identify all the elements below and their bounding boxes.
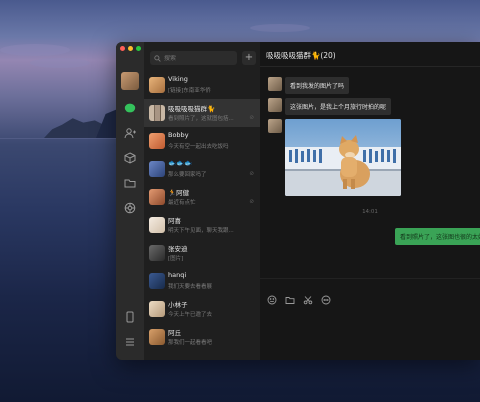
chat-item[interactable]: Bobby 今天有空一起出去吃饭吗: [144, 127, 260, 155]
moments-icon[interactable]: [121, 199, 139, 217]
chat-preview: 看到照片了，这就图包括...: [168, 116, 234, 122]
mute-icon: ⊘: [249, 115, 254, 121]
chat-preview: [链接]东南亚华侨: [168, 88, 211, 94]
cloud: [0, 44, 70, 56]
divider: [260, 278, 480, 279]
scissors-icon[interactable]: [302, 294, 314, 306]
emoji-icon[interactable]: [266, 294, 278, 306]
window-controls: [120, 46, 141, 51]
chat-preview: [图片]: [168, 256, 184, 262]
chat-name: 吸吸吸吸猫群🐈: [168, 105, 216, 113]
search-bar: [150, 51, 237, 65]
chat-item[interactable]: Viking [链接]东南亚华侨: [144, 71, 260, 99]
chat-preview: 明天下午见面，聊天我跟...: [168, 228, 234, 234]
search-input[interactable]: [161, 54, 234, 62]
message-input[interactable]: [266, 310, 474, 350]
chat-item[interactable]: 小林子 今天上午已邀了去: [144, 295, 260, 323]
chat-preview: 今天有空一起出去吃饭吗: [168, 144, 229, 150]
chat-bubble-icon[interactable]: [320, 294, 332, 306]
chat-item[interactable]: 🏃阿健 最近有点忙 ⊘: [144, 183, 260, 211]
conversation-panel: 吸吸吸吸猫群🐈(20) 看到我发的图片了吗 这张图片，是我上个月旅行时拍的呢 1…: [260, 42, 480, 360]
my-message-bubble[interactable]: 看到照片了，这张图也很的太好: [395, 228, 480, 245]
chat-name: 阿喜: [168, 217, 181, 225]
chat-name: 🏃阿健: [168, 189, 190, 197]
chat-icon[interactable]: [121, 99, 139, 117]
composer-toolbar: [266, 294, 332, 306]
cloud: [30, 58, 90, 68]
minimize-button[interactable]: [128, 46, 133, 51]
chat-list-panel: + Viking [链接]东南亚华侨 吸吸吸吸猫群🐈 看到照片了，这就图包括..…: [144, 42, 261, 360]
close-button[interactable]: [120, 46, 125, 51]
mute-icon: ⊘: [249, 199, 254, 205]
chat-name: hanqi: [168, 271, 187, 279]
avatar: [149, 217, 165, 233]
avatar: [149, 133, 165, 149]
chat-preview: 我们天要去看看展: [168, 284, 213, 290]
chat-title: 吸吸吸吸猫群🐈(20): [266, 51, 336, 60]
chat-name: 🐟🐟🐟: [168, 159, 193, 167]
avatar: [149, 273, 165, 289]
chat-preview: 最近有点忙: [168, 200, 196, 206]
chat-preview: 那么要回家吗了: [168, 172, 207, 178]
chat-item-active[interactable]: 吸吸吸吸猫群🐈 看到照片了，这就图包括... ⊘: [144, 99, 260, 127]
phone-icon[interactable]: [121, 308, 139, 326]
cat-photo[interactable]: [285, 119, 401, 196]
avatar: [149, 77, 165, 93]
chat-name: Viking: [168, 75, 188, 83]
message-bubble[interactable]: 看到我发的图片了吗: [285, 77, 350, 94]
add-chat-button[interactable]: +: [242, 51, 256, 65]
avatar: [149, 161, 165, 177]
mute-icon: ⊘: [249, 171, 254, 177]
cat-image: [285, 119, 401, 196]
chat-name: 小林子: [168, 301, 188, 309]
nav-bar: [116, 42, 144, 360]
folder-icon[interactable]: [121, 174, 139, 192]
avatar: [149, 189, 165, 205]
avatar: [149, 245, 165, 261]
chat-item[interactable]: 阿丘 那我们一起看看吧: [144, 323, 260, 351]
message-bubble[interactable]: 这张图片，是我上个月旅行时拍的呢: [285, 98, 392, 115]
chat-name: 阿丘: [168, 329, 181, 337]
chat-preview: 那我们一起看看吧: [168, 340, 213, 346]
chat-item[interactable]: 🐟🐟🐟 那么要回家吗了 ⊘: [144, 155, 260, 183]
box-icon[interactable]: [121, 149, 139, 167]
contacts-icon[interactable]: [121, 124, 139, 142]
chat-item[interactable]: 张安迪 [图片]: [144, 239, 260, 267]
chat-preview: 今天上午已邀了去: [168, 312, 213, 318]
chat-item[interactable]: hanqi 我们天要去看看展: [144, 267, 260, 295]
avatar: [149, 301, 165, 317]
sender-avatar[interactable]: [268, 119, 282, 133]
horizon: [0, 138, 116, 139]
wechat-window: + Viking [链接]东南亚华侨 吸吸吸吸猫群🐈 看到照片了，这就图包括..…: [116, 42, 480, 360]
menu-icon[interactable]: [121, 333, 139, 351]
zoom-button[interactable]: [136, 46, 141, 51]
chat-item[interactable]: 阿喜 明天下午见面，聊天我跟...: [144, 211, 260, 239]
timestamp: 14:01: [362, 209, 378, 215]
group-avatar: [149, 105, 165, 121]
cloud: [250, 24, 310, 32]
chat-name: Bobby: [168, 131, 189, 139]
sender-avatar[interactable]: [268, 98, 282, 112]
folder-icon[interactable]: [284, 294, 296, 306]
my-avatar[interactable]: [121, 72, 139, 90]
search-icon: [154, 54, 161, 62]
avatar: [149, 329, 165, 345]
chat-list: Viking [链接]东南亚华侨 吸吸吸吸猫群🐈 看到照片了，这就图包括... …: [144, 71, 260, 351]
chat-name: 张安迪: [168, 245, 188, 253]
sender-avatar[interactable]: [268, 77, 282, 91]
divider: [260, 66, 480, 67]
